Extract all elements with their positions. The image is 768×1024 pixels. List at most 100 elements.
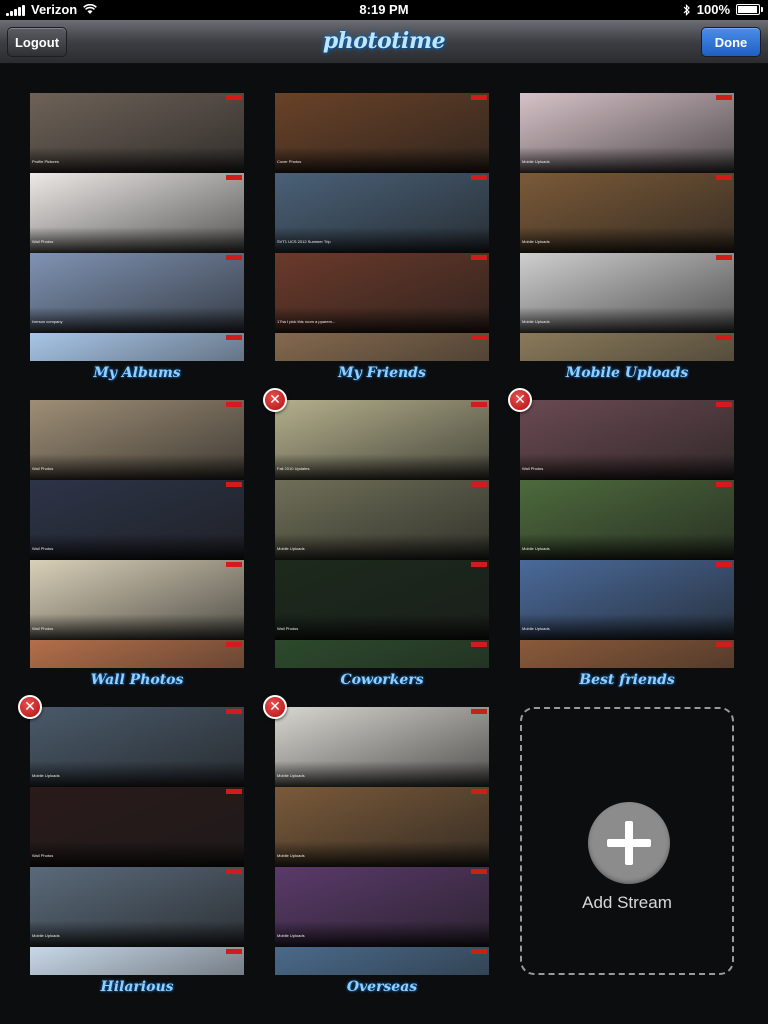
source-flag-icon [471,95,487,100]
done-button[interactable]: Done [701,27,761,57]
photo-tile [30,640,244,668]
caption-shade [30,921,244,947]
stream-title: My Friends [338,365,426,381]
photo-stack[interactable]: Profile Pictures Wall Photos Iverson compa… [30,93,244,361]
add-stream-button[interactable]: Add Stream [520,707,734,975]
source-flag-icon [716,562,732,567]
source-flag-icon [716,255,732,260]
photo-stack[interactable]: Wall Photos Wall Photos Wall Photos [30,400,244,668]
photo-stack[interactable]: Fall 2010 Updates Mobile Uploads Wall Phot… [275,400,489,668]
photo-tile: Mobile Uploads [520,480,734,560]
photo-tile: Wall Photos [275,560,489,640]
photo-tile: Wall Photos [30,480,244,560]
photo-tile: Mobile Uploads [520,93,734,173]
stream-my-friends[interactable]: Cover Photos SVT1 UCS 2012 Summer Trip 17h… [275,93,489,381]
photo-tile: Wall Photos [520,400,734,480]
photo-tile [520,333,734,361]
photo-caption: Profile Pictures [32,159,59,164]
source-flag-icon [471,562,487,567]
photo-stack[interactable]: Mobile Uploads Wall Photos Mobile Uploads [30,707,244,975]
source-flag-icon [471,709,487,714]
photo-tile: Wall Photos [30,787,244,867]
photo-caption: Mobile Uploads [522,239,550,244]
photo-tile [275,640,489,668]
photo-stack[interactable]: Mobile Uploads Mobile Uploads Mobile Uploa… [275,707,489,975]
caption-shade [275,841,489,867]
navigation-bar: Logout phototime Done [0,20,768,64]
stream-coworkers[interactable]: Fall 2010 Updates Mobile Uploads Wall Phot… [263,388,489,688]
photo-tile: Mobile Uploads [275,867,489,947]
photo-caption: Cover Photos [277,159,302,164]
stream-hilarious[interactable]: Mobile Uploads Wall Photos Mobile Uploads H… [18,695,244,995]
status-bar: Verizon 8:19 PM 100% [0,0,768,20]
source-flag-icon [471,482,487,487]
photo-tile: Mobile Uploads [30,867,244,947]
app-logo: phototime [322,28,446,54]
stream-best-friends[interactable]: Wall Photos Mobile Uploads Mobile Uploads B… [508,388,734,688]
photo-tile [275,947,489,975]
stream-wall-photos[interactable]: Wall Photos Wall Photos Wall Photos Wall Ph… [30,400,244,688]
delete-stream-icon[interactable]: ✕ [263,388,287,412]
photo-caption: Wall Photos [32,626,54,631]
add-stream-label: Add Stream [582,893,672,912]
photo-caption: Mobile Uploads [277,853,305,858]
source-flag-icon [226,175,242,180]
photo-stack[interactable]: Mobile Uploads Mobile Uploads Mobile Uploa… [520,93,734,361]
plus-icon [588,802,670,884]
stream-title: Wall Photos [90,672,184,688]
photo-caption: Mobile Uploads [277,546,305,551]
photo-caption: Mobile Uploads [522,319,550,324]
stream-overseas[interactable]: Mobile Uploads Mobile Uploads Mobile Uploa… [263,695,489,995]
photo-tile: Mobile Uploads [275,707,489,787]
photo-tile: 17ha I pick this room a pparem... [275,253,489,333]
photo-caption: Wall Photos [522,466,544,471]
photo-tile: Mobile Uploads [520,253,734,333]
photo-caption: Mobile Uploads [522,159,550,164]
source-flag-icon [226,402,242,407]
photo-tile [520,640,734,668]
caption-shade [275,761,489,787]
caption-shade [275,534,489,560]
photo-tile: Mobile Uploads [520,173,734,253]
photo-caption: Mobile Uploads [522,546,550,551]
caption-shade [520,614,734,640]
photo-caption: SVT1 UCS 2012 Summer Trip [277,239,331,244]
photo-caption: Mobile Uploads [32,933,60,938]
source-flag-icon [226,562,242,567]
status-right: 100% [683,2,763,17]
photo-stack[interactable]: Wall Photos Mobile Uploads Mobile Uploads [520,400,734,668]
photo-tile: Profile Pictures [30,93,244,173]
bluetooth-icon [683,3,690,16]
photo-tile: Mobile Uploads [30,707,244,787]
source-flag-icon [471,869,487,874]
photo-stack[interactable]: Cover Photos SVT1 UCS 2012 Summer Trip 17h… [275,93,489,361]
photo-tile: Mobile Uploads [275,787,489,867]
photo-tile: Cover Photos [275,93,489,173]
source-flag-icon [716,402,732,407]
caption-shade [30,614,244,640]
source-flag-icon [471,335,487,340]
caption-shade [30,761,244,787]
caption-shade [30,227,244,253]
delete-stream-icon[interactable]: ✕ [263,695,287,719]
caption-shade [520,454,734,480]
caption-shade [30,534,244,560]
stream-mobile-uploads[interactable]: Mobile Uploads Mobile Uploads Mobile Uploa… [520,93,734,381]
clock: 8:19 PM [359,2,409,17]
photo-tile: Wall Photos [30,173,244,253]
delete-stream-icon[interactable]: ✕ [18,695,42,719]
source-flag-icon [716,482,732,487]
caption-shade [275,921,489,947]
photo-tile [30,333,244,361]
photo-caption: Wall Photos [32,853,54,858]
photo-caption: Mobile Uploads [277,933,305,938]
photo-tile: Wall Photos [30,560,244,640]
photo-tile: SVT1 UCS 2012 Summer Trip [275,173,489,253]
stream-my-albums[interactable]: Profile Pictures Wall Photos Iverson compa… [30,93,244,381]
source-flag-icon [471,402,487,407]
source-flag-icon [226,95,242,100]
stream-title: Mobile Uploads [565,365,689,381]
delete-stream-icon[interactable]: ✕ [508,388,532,412]
photo-caption: Wall Photos [32,546,54,551]
source-flag-icon [226,255,242,260]
